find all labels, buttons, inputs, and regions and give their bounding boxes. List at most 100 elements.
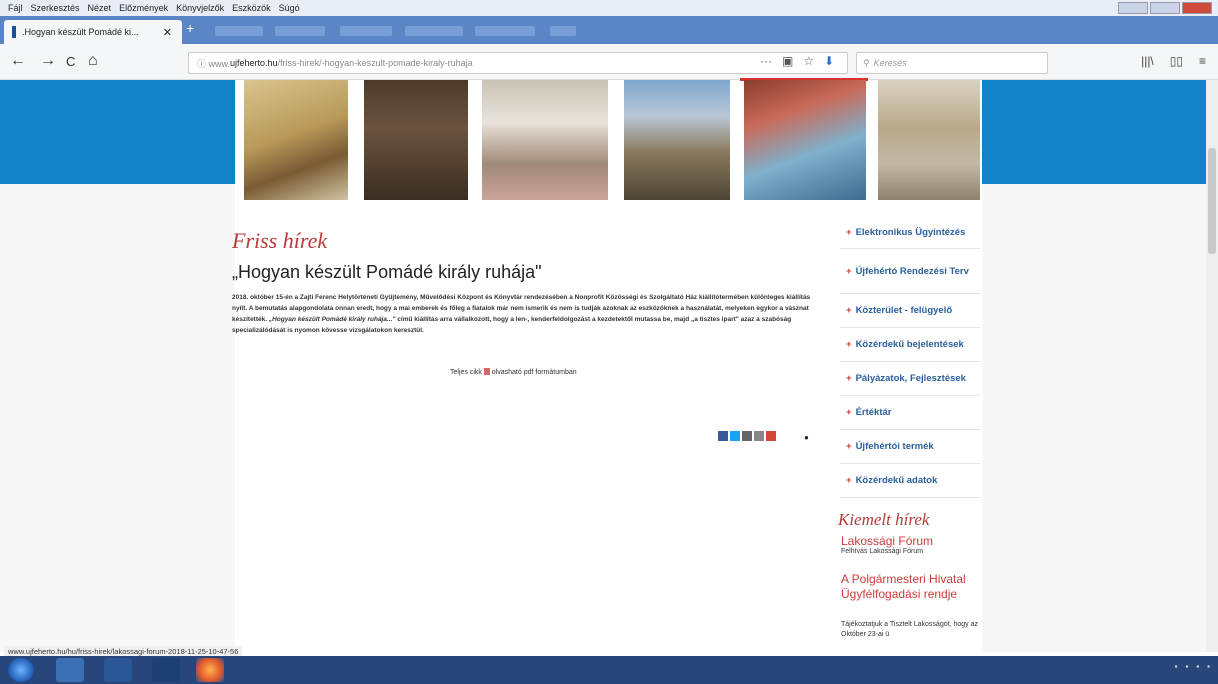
- menu-icon[interactable]: ≡: [1199, 54, 1206, 68]
- library-icon[interactable]: |||\: [1141, 54, 1154, 68]
- toolbar-right: |||\ ▯▯ ≡: [1141, 54, 1206, 68]
- bookmark-star-icon[interactable]: ☆: [803, 54, 814, 68]
- sidebar-item-label: Pályázatok, Fejlesztések: [855, 373, 966, 384]
- sidebar-item-rendezesi-terv[interactable]: + Újfehértó Rendezési Terv: [840, 249, 980, 294]
- twitter-icon[interactable]: [730, 431, 740, 441]
- gallery-photo[interactable]: [624, 80, 730, 200]
- sidebar-item-kozterulet[interactable]: + Közterület - felügyelő: [840, 294, 980, 328]
- search-input[interactable]: ⚲ Keresés: [856, 52, 1048, 74]
- sidebar-item-e-ugyintezes[interactable]: + Elektronikus Ügyintézés: [840, 216, 980, 249]
- tab-strip: .Hogyan készült Pomádé ki... ✕ +: [0, 16, 1218, 44]
- plus-icon: +: [846, 305, 852, 316]
- system-tray: ▪ ▪ ▪ ▪: [1175, 662, 1210, 671]
- reload-icon[interactable]: C: [66, 54, 75, 69]
- url-prefix: ⓘ www.: [197, 58, 231, 69]
- sidebar-item-label: Újfehértói termék: [855, 441, 934, 452]
- menu-bookmarks[interactable]: Könyvjelzők: [176, 3, 224, 13]
- url-bar[interactable]: ⓘ www. ujfeherto.hu /friss-hirek/-hogyan…: [188, 52, 848, 74]
- pocket-icon[interactable]: ▣: [782, 54, 793, 68]
- facebook-icon[interactable]: [718, 431, 728, 441]
- url-domain: ujfeherto.hu: [230, 58, 278, 68]
- sidebar-item-label: Közterület - felügyelő: [855, 305, 953, 316]
- article-title[interactable]: „Hogyan készült Pomádé király ruhája": [232, 262, 542, 283]
- share-more-icon[interactable]: [766, 431, 776, 441]
- maximize-button[interactable]: [1150, 2, 1180, 14]
- plus-icon: +: [846, 265, 852, 277]
- menu-bar: Fájl Szerkesztés Nézet Előzmények Könyvj…: [0, 0, 1218, 16]
- featured-desc: Tájékoztatjuk a Tisztelt Lakosságot, hog…: [841, 621, 978, 638]
- plus-icon: +: [846, 226, 852, 238]
- plus-icon: +: [846, 373, 852, 384]
- sidebar-item-termek[interactable]: + Újfehértói termék: [840, 430, 980, 464]
- plus-icon: +: [846, 475, 852, 486]
- gallery-photo[interactable]: [364, 80, 468, 200]
- gallery-photo[interactable]: [744, 80, 866, 200]
- menu-history[interactable]: Előzmények: [119, 3, 168, 13]
- sidebar-item-label: Közérdekű bejelentések: [855, 339, 964, 350]
- menu-file[interactable]: Fájl: [8, 3, 23, 13]
- tab-active[interactable]: .Hogyan készült Pomádé ki... ✕: [4, 20, 182, 44]
- fulltext-label: Teljes cikk: [450, 369, 482, 376]
- menu-help[interactable]: Súgó: [279, 3, 300, 13]
- sidebar-menu: + Elektronikus Ügyintézés + Újfehértó Re…: [840, 216, 980, 498]
- page-actions-icon[interactable]: ···: [760, 54, 772, 68]
- gallery-photo[interactable]: [482, 80, 608, 200]
- bookmark-item[interactable]: [215, 26, 263, 36]
- sidebar-item-bejelentesek[interactable]: + Közérdekű bejelentések: [840, 328, 980, 362]
- bookmark-item[interactable]: [475, 26, 535, 36]
- sidebar-item-label: Értéktár: [855, 407, 892, 418]
- firefox-icon[interactable]: [196, 658, 224, 682]
- featured-heading: Kiemelt hírek: [838, 510, 930, 529]
- plus-icon: +: [846, 339, 852, 350]
- gallery-photo[interactable]: [244, 80, 348, 200]
- menu-view[interactable]: Nézet: [88, 3, 112, 13]
- featured-link-ugyfelfogadas[interactable]: A Polgármesteri Hivatal Ügyfélfogadási r…: [841, 572, 981, 602]
- tray-icon[interactable]: ▪: [1196, 662, 1199, 671]
- sidebar-item-label: Közérdekű adatok: [855, 475, 938, 486]
- word-icon[interactable]: [104, 658, 132, 682]
- start-button[interactable]: [8, 658, 34, 682]
- email-icon[interactable]: [742, 431, 752, 441]
- outlook-icon[interactable]: [152, 658, 180, 682]
- header-band-right: [982, 80, 1218, 184]
- photo-gallery: [244, 80, 980, 200]
- full-article-line: Teljes cikk olvasható pdf formátumban: [450, 368, 577, 376]
- back-arrow-icon[interactable]: ←: [10, 52, 26, 70]
- tray-icon[interactable]: ▪: [1175, 662, 1178, 671]
- tray-icon[interactable]: ▪: [1185, 662, 1188, 671]
- download-icon[interactable]: ⬇: [824, 54, 834, 68]
- tray-icon[interactable]: ▪: [1207, 662, 1210, 671]
- menu-edit[interactable]: Szerkesztés: [31, 3, 80, 13]
- menu-tools[interactable]: Eszközök: [232, 3, 271, 13]
- gallery-photo[interactable]: [878, 80, 980, 200]
- navigation-bar: ← → C ⌂ ⓘ www. ujfeherto.hu /friss-hirek…: [0, 44, 1218, 81]
- sidebar-item-ertektar[interactable]: + Értéktár: [840, 396, 980, 430]
- article-body-italic: „Hogyan készült Pomádé király ruhája...": [268, 316, 396, 323]
- featured-link-forum[interactable]: Lakossági Fórum: [841, 534, 933, 548]
- tab-close-icon[interactable]: ✕: [163, 26, 172, 39]
- bookmark-item[interactable]: [550, 26, 576, 36]
- scrollbar-thumb[interactable]: [1208, 148, 1216, 254]
- url-actions: ··· ▣ ☆ ⬇: [760, 54, 834, 68]
- site-favicon-icon: [12, 26, 16, 38]
- search-icon: ⚲: [863, 57, 870, 68]
- featured-desc: Felhívás Lakossági Fórum: [841, 548, 924, 555]
- article-body: 2018. október 15-én a Zajti Ferenc Helyt…: [232, 292, 816, 336]
- plus-icon: +: [846, 441, 852, 452]
- bookmark-item[interactable]: [275, 26, 325, 36]
- share-buttons: [718, 431, 776, 441]
- sidebar-item-adatok[interactable]: + Közérdekű adatok: [840, 464, 980, 498]
- share-count-dot: ●: [804, 433, 809, 442]
- minimize-button[interactable]: [1118, 2, 1148, 14]
- sidebar-icon[interactable]: ▯▯: [1170, 54, 1183, 68]
- explorer-icon[interactable]: [56, 658, 84, 682]
- window-close-button[interactable]: [1182, 2, 1212, 14]
- home-icon[interactable]: ⌂: [88, 52, 98, 70]
- print-icon[interactable]: [754, 431, 764, 441]
- forward-arrow-icon[interactable]: →: [40, 52, 56, 70]
- new-tab-button[interactable]: +: [186, 20, 204, 40]
- bookmark-item[interactable]: [405, 26, 463, 36]
- fulltext-suffix: olvasható pdf formátumban: [489, 369, 577, 376]
- bookmark-item[interactable]: [340, 26, 392, 36]
- sidebar-item-palyazatok[interactable]: + Pályázatok, Fejlesztések: [840, 362, 980, 396]
